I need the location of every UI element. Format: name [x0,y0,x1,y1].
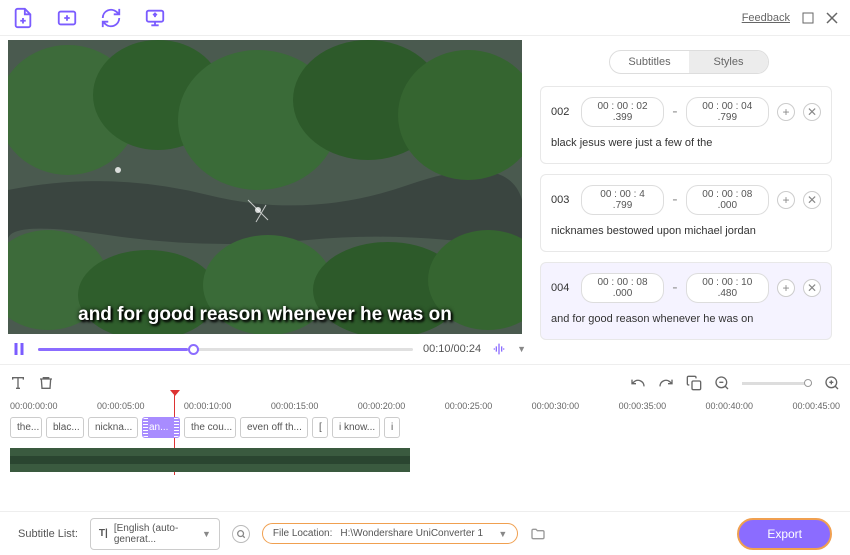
maximize-icon[interactable] [802,12,814,24]
subtitle-index: 003 [551,194,573,206]
sync-icon[interactable] [100,7,122,29]
playback-controls: 00:10/00:24 ▼ [8,334,528,364]
zoom-out-icon[interactable] [714,375,730,391]
subtitle-entry[interactable]: 004 00 : 00 : 08 .000 - 00 : 00 : 10 .48… [540,262,832,340]
subtitle-list-label: Subtitle List: [18,528,78,540]
subtitle-index: 004 [551,282,573,294]
chevron-down-icon[interactable]: ▼ [517,344,526,354]
timeline-clip[interactable]: even off th... [240,417,308,438]
redo-icon[interactable] [658,375,674,391]
video-frame[interactable]: and for good reason whenever he was on [8,40,522,334]
subtitle-index: 002 [551,106,573,118]
add-caption-box-icon[interactable] [56,7,78,29]
video-caption-overlay: and for good reason whenever he was on [8,304,522,326]
add-subtitle-button[interactable]: + [777,103,795,121]
start-time-input[interactable]: 00 : 00 : 08 .000 [581,273,664,303]
tab-subtitles[interactable]: Subtitles [610,51,689,73]
subtitle-clips-track[interactable]: the... blac... nickna... an... the cou..… [10,413,840,442]
timeline-ruler: 00:00:00:0000:00:05:0000:00:10:0000:00:1… [10,395,840,413]
end-time-input[interactable]: 00 : 00 : 08 .000 [686,185,769,215]
end-time-input[interactable]: 00 : 00 : 04 .799 [686,97,769,127]
zoom-slider[interactable] [742,382,812,385]
new-file-icon[interactable] [12,7,34,29]
pause-button[interactable] [10,340,28,358]
zoom-in-icon[interactable] [824,375,840,391]
timeline-panel: 00:00:00:0000:00:05:0000:00:10:0000:00:1… [0,364,850,472]
bottom-toolbar: Subtitle List: T| [English (auto-generat… [0,511,850,555]
subtitle-entry[interactable]: 002 00 : 00 : 02 .399 - 00 : 00 : 04 .79… [540,86,832,164]
subtitle-entry[interactable]: 003 00 : 00 : 4 .799 - 00 : 00 : 08 .000… [540,174,832,252]
video-thumbnail-track[interactable] [10,448,410,472]
subtitle-text[interactable]: black jesus were just a few of the [551,137,821,149]
subtitle-text[interactable]: nicknames bestowed upon michael jordan [551,225,821,237]
screen-import-icon[interactable] [144,7,166,29]
subtitle-text[interactable]: and for good reason whenever he was on [551,313,821,325]
feedback-link[interactable]: Feedback [742,12,790,24]
delete-subtitle-button[interactable]: ✕ [803,191,821,209]
timeline-clip[interactable]: [ [312,417,328,438]
seek-slider[interactable] [38,348,413,351]
subtitle-editor-panel: Subtitles Styles 002 00 : 00 : 02 .399 -… [528,36,850,364]
start-time-input[interactable]: 00 : 00 : 02 .399 [581,97,664,127]
timeline-clip[interactable]: i [384,417,400,438]
close-icon[interactable] [826,12,838,24]
trash-icon[interactable] [38,375,54,391]
timeline-clip[interactable]: an... [142,417,180,438]
text-tool-icon[interactable] [10,375,26,391]
delete-subtitle-button[interactable]: ✕ [803,279,821,297]
add-subtitle-button[interactable]: + [777,191,795,209]
timeline-clip[interactable]: nickna... [88,417,138,438]
timeline-clip[interactable]: i know... [332,417,380,438]
end-time-input[interactable]: 00 : 00 : 10 .480 [686,273,769,303]
timeline-clip[interactable]: the... [10,417,42,438]
top-toolbar: Feedback [0,0,850,36]
timeline-clip[interactable]: blac... [46,417,84,438]
file-location-field[interactable]: File Location: H:\Wondershare UniConvert… [262,523,518,544]
timeline-clip[interactable]: the cou... [184,417,236,438]
subtitle-list-scroll[interactable]: 002 00 : 00 : 02 .399 - 00 : 00 : 04 .79… [540,86,838,356]
video-preview-panel: and for good reason whenever he was on 0… [0,36,528,364]
undo-icon[interactable] [630,375,646,391]
copy-icon[interactable] [686,375,702,391]
add-subtitle-button[interactable]: + [777,279,795,297]
search-button[interactable] [232,525,250,543]
video-thumbnail [8,40,522,334]
browse-folder-icon[interactable] [530,526,546,542]
playback-time: 00:10/00:24 [423,343,481,355]
tab-styles[interactable]: Styles [689,51,768,73]
audio-waveform-icon[interactable] [491,341,507,357]
subtitle-list-select[interactable]: T| [English (auto-generat... ▼ [90,518,220,550]
delete-subtitle-button[interactable]: ✕ [803,103,821,121]
panel-tabs: Subtitles Styles [609,50,769,74]
start-time-input[interactable]: 00 : 00 : 4 .799 [581,185,664,215]
export-button[interactable]: Export [737,518,832,550]
